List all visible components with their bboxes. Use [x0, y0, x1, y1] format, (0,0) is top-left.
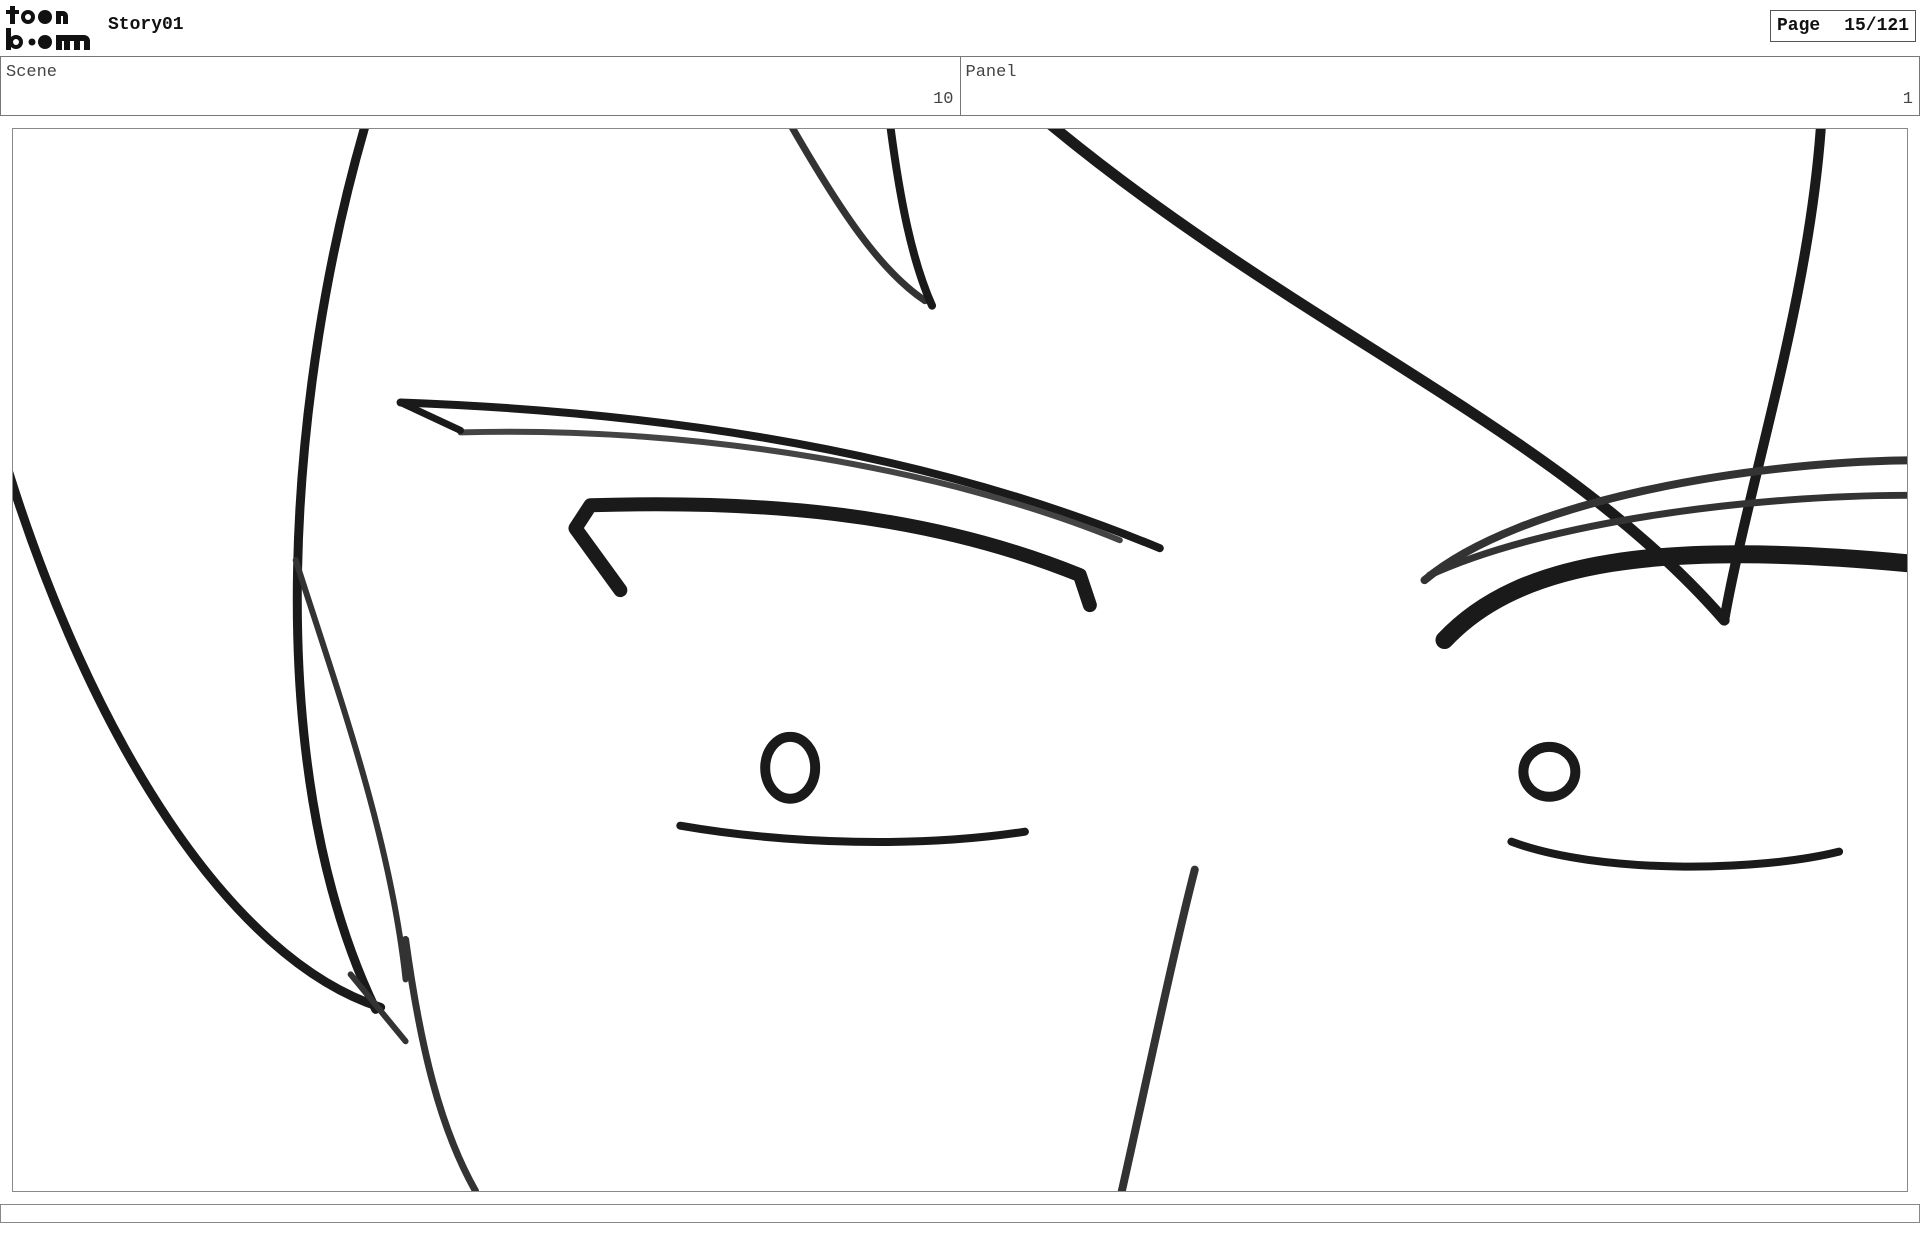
panel-cell: Panel 1	[959, 57, 1920, 115]
hair-tip-left	[347, 971, 409, 1045]
face-contour-left	[292, 129, 381, 1014]
pupil-right	[1518, 741, 1581, 802]
eye-lid-left	[568, 497, 1097, 613]
pupil-left	[760, 731, 821, 804]
lower-lid-right	[1507, 837, 1844, 871]
eyebrow-left-upper	[396, 398, 1164, 553]
page-indicator: Page 15/121	[1769, 10, 1916, 42]
scene-label: Scene	[6, 63, 58, 82]
storyboard-sketch-image	[13, 129, 1907, 1191]
page-label: Page	[1776, 16, 1821, 36]
page-number: 15/121	[1844, 16, 1909, 36]
panel-label: Panel	[965, 63, 1017, 82]
lower-lid-left	[676, 821, 1029, 846]
jaw-line-left	[402, 935, 480, 1191]
storyboard-panel-frame	[12, 128, 1908, 1192]
scene-cell: Scene 10	[1, 57, 960, 115]
toon-boom-logo	[6, 6, 90, 50]
hair-curve-far-left	[13, 470, 386, 1012]
scene-number: 10	[933, 90, 954, 109]
project-title: Story01	[108, 15, 184, 35]
storyboard-header: Story01 Page 15/121	[0, 0, 1920, 56]
eyebrow-left-lower	[457, 428, 1123, 544]
caption-strip	[0, 1204, 1920, 1223]
scene-panel-info-row: Scene 10 Panel 1	[0, 56, 1920, 116]
panel-number: 1	[1902, 90, 1913, 109]
nose-line	[1117, 865, 1199, 1191]
